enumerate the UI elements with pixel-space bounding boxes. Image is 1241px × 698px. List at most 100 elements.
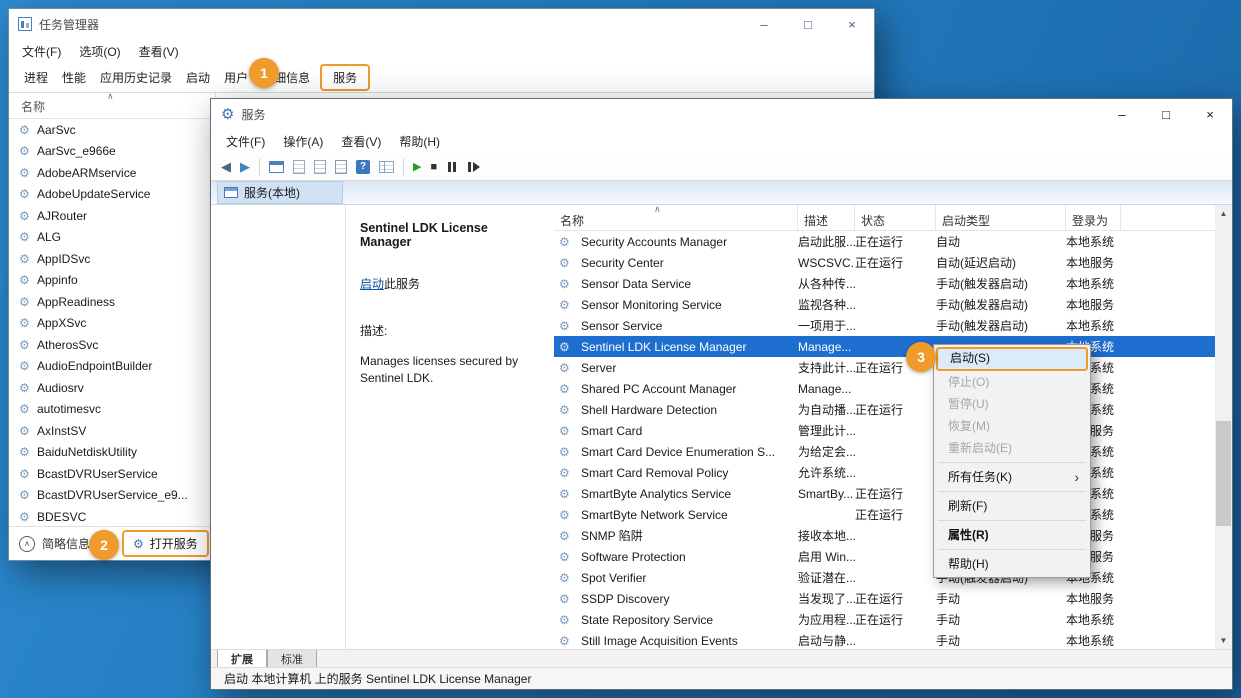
service-name-cell: Smart Card (554, 424, 798, 438)
gear-icon (19, 381, 37, 395)
context-menu-item[interactable]: 所有任务(K)› (936, 466, 1088, 488)
context-menu-item[interactable]: 启动(S) (936, 347, 1088, 371)
service-startup-type: 手动 (936, 611, 1066, 628)
service-row[interactable]: SNMP 陷阱接收本地...本地服务 (554, 525, 1215, 546)
service-name: AxInstSV (37, 424, 86, 438)
service-name-cell: Server (554, 361, 798, 375)
service-row[interactable]: Smart Card Device Enumeration S...为给定会..… (554, 441, 1215, 462)
service-row[interactable]: Security Accounts Manager启动此服...正在运行自动本地… (554, 231, 1215, 252)
service-row[interactable]: SSDP Discovery当发现了...正在运行手动本地服务 (554, 588, 1215, 609)
column-header[interactable]: 描述 (798, 205, 855, 230)
service-row[interactable]: Shared PC Account ManagerManage...本地系统 (554, 378, 1215, 399)
gear-icon (133, 537, 144, 551)
back-arrow-icon[interactable]: ◀ (221, 159, 231, 175)
step-1-badge: 1 (249, 58, 279, 88)
column-header[interactable]: 启动类型 (936, 205, 1066, 230)
taskmgr-tab[interactable]: 服务 (320, 64, 370, 91)
service-row[interactable]: Spot Verifier验证潜在...手动(触发器启动)本地系统 (554, 567, 1215, 588)
maximize-icon[interactable]: □ (1144, 99, 1188, 129)
taskmgr-title: 任务管理器 (39, 16, 99, 33)
properties-sheet-icon[interactable] (293, 160, 305, 174)
gear-icon (559, 235, 577, 249)
gear-icon (559, 529, 577, 543)
taskmgr-menu-item[interactable]: 文件(F) (13, 43, 70, 60)
services-menu-item[interactable]: 查看(V) (332, 133, 390, 150)
tree-item-services-local[interactable]: 服务(本地) (217, 181, 343, 204)
service-name: AtherosSvc (37, 338, 98, 352)
column-header[interactable]: 登录为 (1066, 205, 1121, 230)
service-logon-as: 本地系统 (1066, 611, 1121, 628)
service-row[interactable]: SmartByte Network Service正在运行本地系统 (554, 504, 1215, 525)
open-services-button[interactable]: 打开服务 (122, 530, 209, 557)
context-menu-item[interactable]: 属性(R) (936, 524, 1088, 546)
stop-service-icon[interactable]: ■ (430, 161, 437, 173)
refresh-icon[interactable] (314, 160, 326, 174)
taskmgr-titlebar[interactable]: 任务管理器 – □ × (9, 9, 874, 39)
submenu-arrow-icon: › (1074, 466, 1079, 488)
gear-icon (559, 613, 577, 627)
taskmgr-menu-item[interactable]: 选项(O) (70, 43, 129, 60)
scroll-up-icon[interactable] (1215, 205, 1232, 222)
pause-service-icon[interactable] (446, 161, 458, 173)
service-row[interactable]: Software Protection启用 Win...网络服务 (554, 546, 1215, 567)
context-menu-item: 暂停(U) (936, 393, 1088, 415)
services-menu-item[interactable]: 帮助(H) (390, 133, 449, 150)
service-name: SSDP Discovery (581, 592, 669, 606)
service-row[interactable]: SmartByte Analytics ServiceSmartBy...正在运… (554, 483, 1215, 504)
minimize-icon[interactable]: – (742, 9, 786, 39)
close-icon[interactable]: × (1188, 99, 1232, 129)
column-header[interactable]: 名称 (554, 205, 798, 230)
close-icon[interactable]: × (830, 9, 874, 39)
service-logon-as: 本地服务 (1066, 590, 1121, 607)
service-row[interactable]: Sensor Data Service从各种传...手动(触发器启动)本地系统 (554, 273, 1215, 294)
vertical-scrollbar[interactable] (1215, 205, 1232, 649)
restart-service-icon[interactable] (467, 161, 482, 173)
help-icon[interactable]: ? (356, 160, 370, 174)
taskmgr-tab[interactable]: 进程 (17, 65, 55, 90)
services-menu-item[interactable]: 操作(A) (274, 133, 332, 150)
service-name: Spot Verifier (581, 571, 646, 585)
services-menu-item[interactable]: 文件(F) (217, 133, 274, 150)
service-row[interactable]: Sensor Monitoring Service监视各种...手动(触发器启动… (554, 294, 1215, 315)
service-row[interactable]: Shell Hardware Detection为自动播...正在运行本地系统 (554, 399, 1215, 420)
services-list-header: 名称描述状态启动类型登录为 (554, 205, 1215, 231)
view-tabs: 扩展标准 (211, 649, 1232, 667)
taskmgr-tab[interactable]: 性能 (55, 65, 93, 90)
service-row[interactable]: Security CenterWSCSVC...正在运行自动(延迟启动)本地服务 (554, 252, 1215, 273)
service-row[interactable]: State Repository Service为应用程...正在运行手动本地系… (554, 609, 1215, 630)
service-row[interactable]: Smart Card Removal Policy允许系统...本地系统 (554, 462, 1215, 483)
service-row[interactable]: Sensor Service一项用于...手动(触发器启动)本地系统 (554, 315, 1215, 336)
service-row[interactable]: Sentinel LDK License ManagerManage...本地系… (554, 336, 1215, 357)
service-row[interactable]: Server支持此计...正在运行本地系统 (554, 357, 1215, 378)
scrollbar-thumb[interactable] (1216, 421, 1231, 526)
services-statusbar: 启动 本地计算机 上的服务 Sentinel LDK License Manag… (211, 667, 1232, 689)
service-name: Sentinel LDK License Manager (581, 340, 746, 354)
collapse-chevron-icon[interactable] (19, 536, 35, 552)
summary-toggle-label[interactable]: 简略信息 (42, 535, 90, 552)
extended-view-icon[interactable] (379, 161, 394, 173)
console-tree-icon[interactable] (269, 161, 284, 173)
service-name: SmartByte Network Service (581, 508, 728, 522)
context-menu-item[interactable]: 刷新(F) (936, 495, 1088, 517)
menu-separator (938, 549, 1086, 550)
forward-arrow-icon[interactable]: ▶ (240, 159, 250, 175)
service-row[interactable]: Still Image Acquisition Events启动与静...手动本… (554, 630, 1215, 649)
service-row[interactable]: Smart Card管理此计...本地服务 (554, 420, 1215, 441)
taskmgr-tab[interactable]: 启动 (179, 65, 217, 90)
taskmgr-menu-item[interactable]: 查看(V) (130, 43, 188, 60)
gear-icon (559, 340, 577, 354)
context-menu-item[interactable]: 帮助(H) (936, 553, 1088, 575)
export-list-icon[interactable] (335, 160, 347, 174)
tree-item-label: 服务(本地) (244, 184, 300, 201)
column-header[interactable]: 状态 (855, 205, 936, 230)
scroll-down-icon[interactable] (1215, 632, 1232, 649)
start-service-link[interactable]: 启动 (360, 277, 384, 291)
minimize-icon[interactable]: – (1100, 99, 1144, 129)
service-name: State Repository Service (581, 613, 713, 627)
services-titlebar[interactable]: 服务 – □ × (211, 99, 1232, 129)
taskmgr-tab[interactable]: 应用历史记录 (93, 65, 179, 90)
maximize-icon[interactable]: □ (786, 9, 830, 39)
column-header-name[interactable]: 名称 (21, 98, 45, 115)
start-service-icon[interactable]: ▶ (413, 160, 421, 173)
service-name-cell: Sentinel LDK License Manager (554, 340, 798, 354)
